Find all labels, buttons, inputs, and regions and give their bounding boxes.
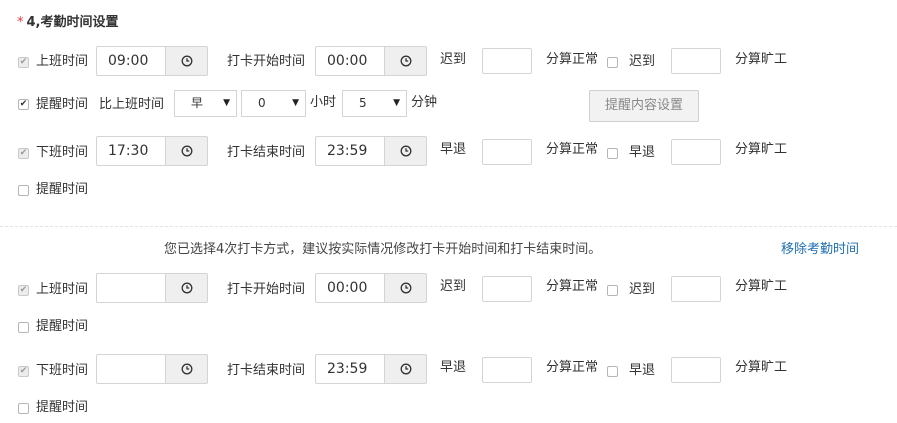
on-duty-checkbox-2[interactable] bbox=[18, 285, 29, 296]
off-duty-label-2: 下班时间 bbox=[36, 363, 89, 378]
early-label-2b: 早退 bbox=[629, 363, 656, 378]
minutes-unit-label: 分钟 bbox=[411, 95, 438, 110]
early-label-1b: 早退 bbox=[629, 145, 656, 160]
off-duty-checkbox-2[interactable] bbox=[18, 366, 29, 377]
on-duty-time-input-2[interactable] bbox=[96, 273, 166, 303]
late-absent-input-1[interactable] bbox=[671, 48, 721, 74]
reminder-minutes-value: 5 bbox=[359, 96, 367, 110]
early-absent-label-1: 分算旷工 bbox=[735, 142, 788, 157]
early-label-2: 早退 bbox=[440, 360, 467, 375]
punch-end-label-2: 打卡结束时间 bbox=[227, 363, 306, 378]
early-minutes-input-1[interactable] bbox=[482, 139, 532, 165]
reminder-hours-value: 0 bbox=[258, 96, 266, 110]
required-mark: * bbox=[17, 15, 24, 30]
clock-icon bbox=[181, 282, 192, 294]
notice-text: 您已选择4次打卡方式，建议按实际情况修改打卡开始时间和打卡结束时间。 bbox=[164, 242, 602, 257]
off-duty-time-input-2[interactable] bbox=[96, 354, 166, 384]
before-on-duty-label: 比上班时间 bbox=[99, 97, 165, 112]
late-label-2: 迟到 bbox=[440, 279, 467, 294]
late-label-1: 迟到 bbox=[440, 52, 467, 67]
off-duty-time-input-1[interactable]: 17:30 bbox=[96, 136, 166, 166]
early-normal-label-2: 分算正常 bbox=[546, 360, 599, 375]
punch-start-input-2[interactable]: 00:00 bbox=[315, 273, 385, 303]
reminder-checkbox-off-2[interactable] bbox=[18, 403, 29, 414]
off-duty-clock-button-2[interactable] bbox=[166, 354, 208, 384]
clock-icon bbox=[181, 145, 192, 157]
late-label-2b: 迟到 bbox=[629, 282, 656, 297]
punch-start-clock-button-2[interactable] bbox=[385, 273, 427, 303]
off-duty-checkbox-1[interactable] bbox=[18, 148, 29, 159]
section-divider bbox=[0, 226, 897, 227]
early-absent-input-1[interactable] bbox=[671, 139, 721, 165]
on-duty-clock-button-1[interactable] bbox=[166, 46, 208, 76]
reminder-content-settings-button[interactable]: 提醒内容设置 bbox=[589, 90, 699, 122]
punch-start-input-1[interactable]: 00:00 bbox=[315, 46, 385, 76]
late-minutes-input-2[interactable] bbox=[482, 276, 532, 302]
section-title: * 4,考勤时间设置 bbox=[17, 11, 118, 30]
late-absent-checkbox-1[interactable] bbox=[607, 57, 618, 68]
caret-down-icon: ▼ bbox=[223, 98, 230, 108]
early-absent-label-2: 分算旷工 bbox=[735, 360, 788, 375]
reminder-label-off-1: 提醒时间 bbox=[36, 182, 89, 197]
clock-icon bbox=[400, 282, 411, 294]
punch-end-label-1: 打卡结束时间 bbox=[227, 145, 306, 160]
punch-end-clock-button-1[interactable] bbox=[385, 136, 427, 166]
reminder-checkbox-on-2[interactable] bbox=[18, 322, 29, 333]
late-absent-label-1: 分算旷工 bbox=[735, 52, 788, 67]
hours-unit-label: 小时 bbox=[310, 95, 337, 110]
early-minutes-input-2[interactable] bbox=[482, 357, 532, 383]
reminder-label-on-1: 提醒时间 bbox=[36, 97, 89, 112]
late-absent-input-2[interactable] bbox=[671, 276, 721, 302]
punch-end-clock-button-2[interactable] bbox=[385, 354, 427, 384]
early-absent-checkbox-1[interactable] bbox=[607, 148, 618, 159]
clock-icon bbox=[400, 363, 411, 375]
early-absent-checkbox-2[interactable] bbox=[607, 366, 618, 377]
reminder-hours-select[interactable]: 0 ▼ bbox=[241, 90, 306, 117]
early-normal-label-1: 分算正常 bbox=[546, 142, 599, 157]
late-minutes-input-1[interactable] bbox=[482, 48, 532, 74]
reminder-label-off-2: 提醒时间 bbox=[36, 400, 89, 415]
on-duty-checkbox-1[interactable] bbox=[18, 57, 29, 68]
reminder-label-on-2: 提醒时间 bbox=[36, 319, 89, 334]
clock-icon bbox=[400, 145, 411, 157]
caret-down-icon: ▼ bbox=[292, 98, 299, 108]
on-duty-clock-button-2[interactable] bbox=[166, 273, 208, 303]
off-duty-clock-button-1[interactable] bbox=[166, 136, 208, 166]
reminder-checkbox-off-1[interactable] bbox=[18, 185, 29, 196]
reminder-checkbox-on-1[interactable] bbox=[18, 99, 29, 110]
punch-start-clock-button-1[interactable] bbox=[385, 46, 427, 76]
early-absent-input-2[interactable] bbox=[671, 357, 721, 383]
on-duty-label-2: 上班时间 bbox=[36, 282, 89, 297]
clock-icon bbox=[181, 363, 192, 375]
late-absent-label-2: 分算旷工 bbox=[735, 279, 788, 294]
punch-start-label-1: 打卡开始时间 bbox=[227, 54, 306, 69]
on-duty-label-1: 上班时间 bbox=[36, 54, 89, 69]
reminder-direction-select[interactable]: 早 ▼ bbox=[174, 90, 237, 117]
clock-icon bbox=[400, 55, 411, 67]
late-absent-checkbox-2[interactable] bbox=[607, 285, 618, 296]
late-label-1b: 迟到 bbox=[629, 54, 656, 69]
on-duty-time-input-1[interactable]: 09:00 bbox=[96, 46, 166, 76]
early-label-1: 早退 bbox=[440, 142, 467, 157]
reminder-direction-value: 早 bbox=[191, 96, 204, 110]
clock-icon bbox=[181, 55, 192, 67]
late-normal-label-2: 分算正常 bbox=[546, 279, 599, 294]
punch-end-input-2[interactable]: 23:59 bbox=[315, 354, 385, 384]
reminder-minutes-select[interactable]: 5 ▼ bbox=[342, 90, 407, 117]
caret-down-icon: ▼ bbox=[393, 98, 400, 108]
late-normal-label-1: 分算正常 bbox=[546, 52, 599, 67]
remove-attendance-time-link[interactable]: 移除考勤时间 bbox=[781, 238, 859, 257]
off-duty-label-1: 下班时间 bbox=[36, 145, 89, 160]
punch-end-input-1[interactable]: 23:59 bbox=[315, 136, 385, 166]
section-title-text: 4,考勤时间设置 bbox=[26, 15, 119, 30]
punch-start-label-2: 打卡开始时间 bbox=[227, 282, 306, 297]
